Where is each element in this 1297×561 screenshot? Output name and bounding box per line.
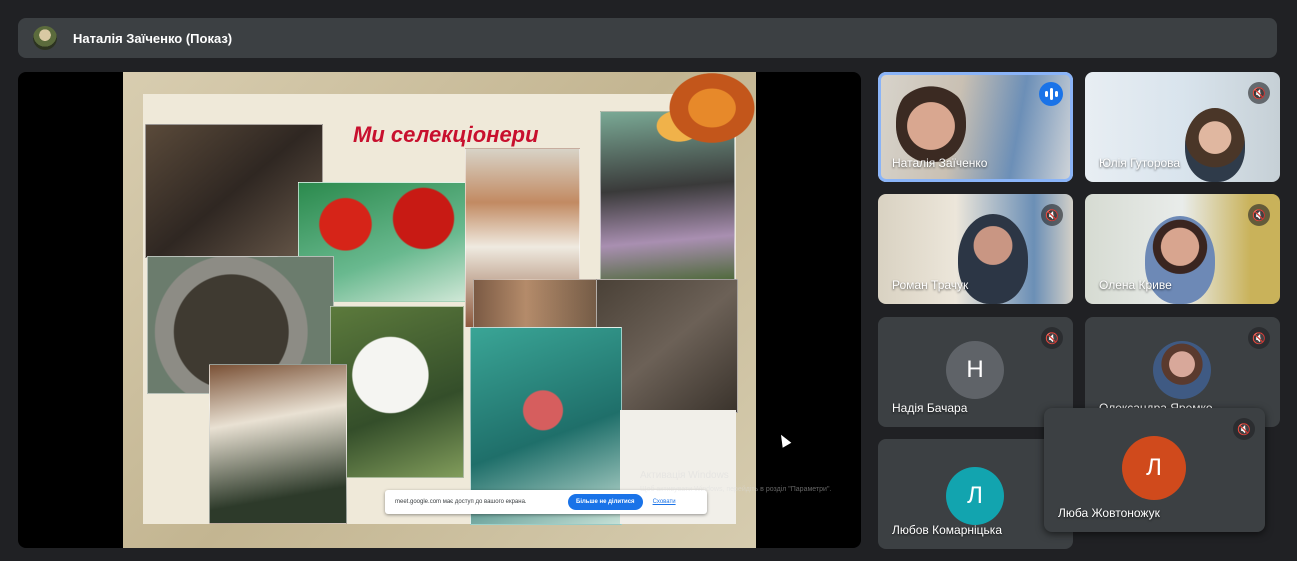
mic-off-icon: 🔇 [1248,204,1270,226]
participant-name: Любов Комарніцька [892,523,1002,537]
mic-off-icon: 🔇 [1041,204,1063,226]
participant-tile-nataliia[interactable]: Наталія Заїченко [878,72,1073,182]
participant-video-face [896,82,966,162]
presenter-avatar [33,26,57,50]
participant-name: Юлія Гуторова [1099,156,1181,170]
stop-sharing-button[interactable]: Більше не ділитися [568,494,643,510]
mic-off-icon: 🔇 [1248,82,1270,104]
participant-photo-avatar [1153,341,1211,399]
participant-name: Олена Криве [1099,278,1172,292]
share-banner: meet.google.com має доступ до вашого екр… [385,490,707,514]
photo-girl-seedlings [209,364,347,524]
presenter-bar: Наталія Заїченко (Показ) [18,18,1277,58]
participant-name: Надія Бачара [892,401,968,415]
share-banner-message: meet.google.com має доступ до вашого екр… [395,499,527,505]
participant-name: Люба Жовтоножук [1058,506,1160,520]
screen-share[interactable]: Ми селекціонери meet.google.com має дост… [18,72,861,548]
participant-name: Роман Трачук [892,278,969,292]
mic-off-icon: 🔇 [1041,327,1063,349]
hide-banner-link[interactable]: Сховати [653,499,676,505]
audio-level-icon [1039,82,1063,106]
mic-off-icon: 🔇 [1248,327,1270,349]
participant-avatar: Л [1122,436,1186,500]
participant-tile-olena[interactable]: 🔇 Олена Криве [1085,194,1280,304]
participant-avatar: Н [946,341,1004,399]
autumn-leaves-decoration [646,72,756,162]
photo-soil-seeds [145,124,323,258]
participant-tile-yuliia[interactable]: 🔇 Юлія Гуторова [1085,72,1280,182]
participant-video-face [958,214,1028,304]
windows-activation-watermark: Активація Windows [640,470,729,481]
presenter-title: Наталія Заїченко (Показ) [73,30,233,46]
participant-avatar: Л [946,467,1004,525]
participant-tile-nadiia[interactable]: Н 🔇 Надія Бачара [878,317,1073,427]
photo-pots [473,279,605,331]
participant-video-face [1185,108,1245,182]
windows-activation-hint: Щоб активувати Windows, перейдіть в розд… [640,486,832,493]
participant-tile-roman[interactable]: 🔇 Роман Трачук [878,194,1073,304]
photo-white-geranium [330,306,464,478]
mic-off-icon: 🔇 [1233,418,1255,440]
participant-tile-liuba-floating[interactable]: Л 🔇 Люба Жовтоножук [1044,408,1265,532]
participant-name: Наталія Заїченко [892,156,988,170]
slide-title: Ми селекціонери [353,122,539,147]
